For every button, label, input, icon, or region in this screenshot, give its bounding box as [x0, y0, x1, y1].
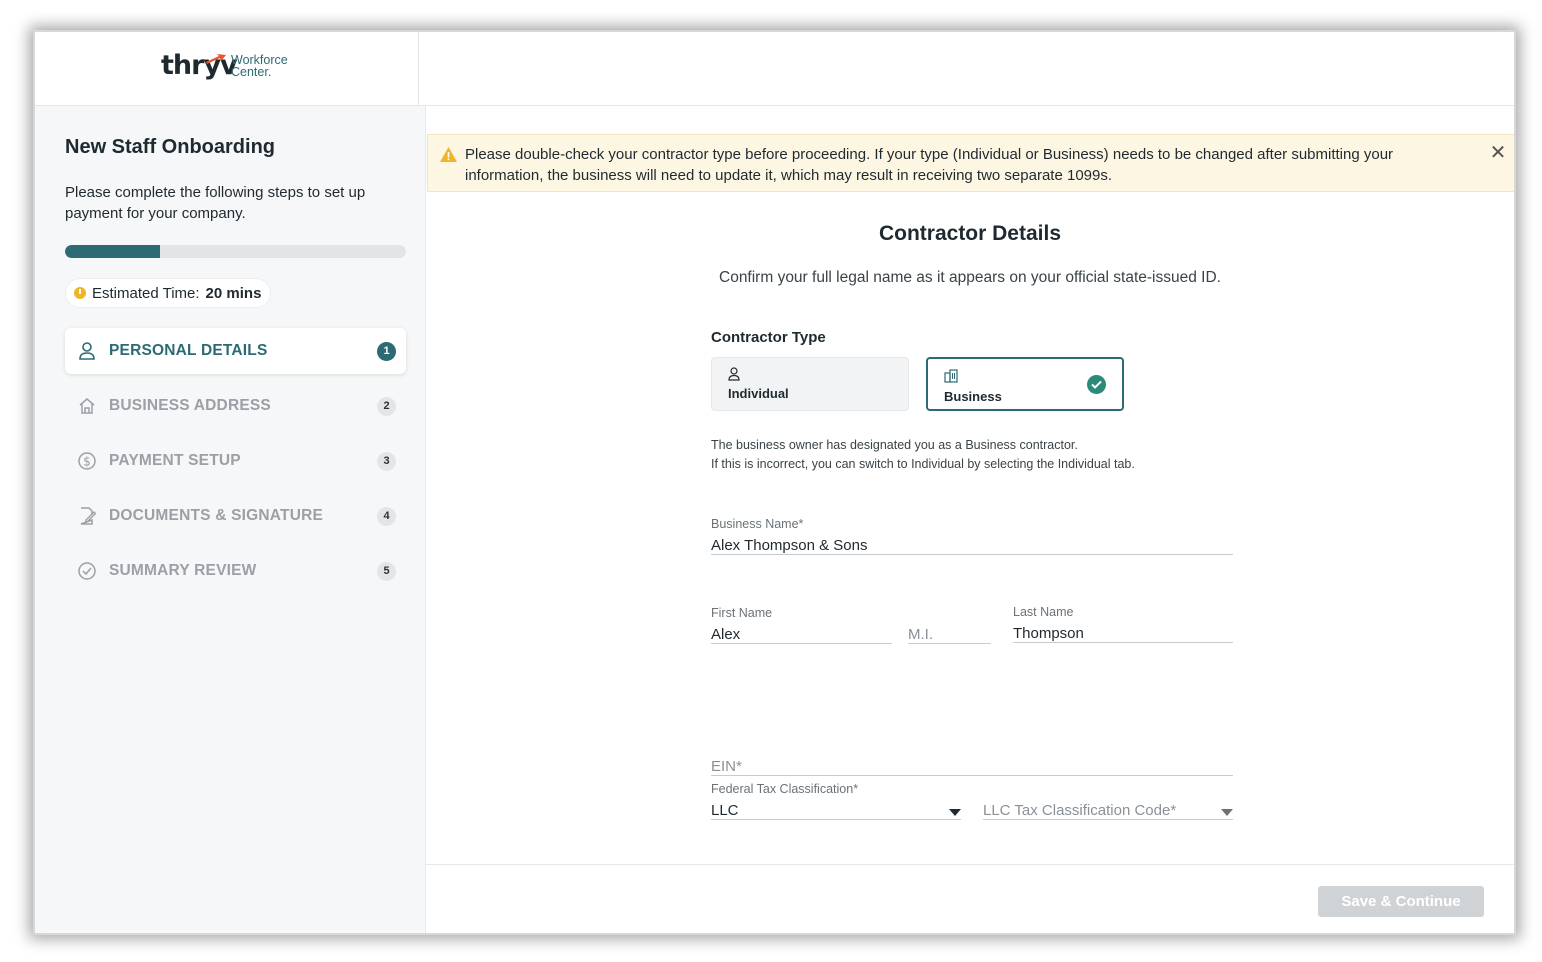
estimated-time-badge: Estimated Time: 20 mins: [65, 278, 272, 308]
llc-tax-classification-field[interactable]: LLC Tax Classification Code*: [983, 798, 1233, 820]
logo-subtitle-line2: Center.: [231, 65, 272, 79]
sidebar: New Staff Onboarding Please complete the…: [35, 106, 426, 933]
federal-tax-classification-select[interactable]: LLC: [711, 798, 961, 820]
sidebar-title: New Staff Onboarding: [65, 136, 275, 158]
progress-bar: [65, 245, 406, 258]
step-label: SUMMARY REVIEW: [109, 562, 257, 579]
ein-input[interactable]: EIN*: [711, 754, 1233, 776]
alert-message: Please double-check your contractor type…: [465, 146, 1394, 184]
step-label: PERSONAL DETAILS: [109, 342, 268, 359]
save-continue-button[interactable]: Save & Continue: [1318, 886, 1484, 917]
contractor-type-business-label: Business: [944, 389, 1002, 404]
chevron-down-icon: [1221, 809, 1233, 816]
person-icon: [728, 367, 740, 381]
sidebar-description: Please complete the following steps to s…: [65, 184, 366, 222]
federal-tax-classification-field[interactable]: Federal Tax Classification* LLC: [711, 782, 961, 820]
document-sign-icon: [80, 507, 97, 525]
first-name-input[interactable]: Alex: [711, 622, 892, 644]
logo-subtitle: Workforce Center.: [231, 54, 288, 79]
first-name-label: First Name: [711, 606, 773, 620]
chevron-down-icon: [949, 809, 961, 816]
federal-tax-classification-value: LLC: [711, 802, 739, 819]
warning-alert: Please double-check your contractor type…: [427, 134, 1514, 192]
business-name-label: Business Name*: [711, 517, 804, 531]
middle-initial-input[interactable]: M.I.: [908, 622, 991, 644]
person-icon: [79, 342, 95, 360]
step-label: PAYMENT SETUP: [109, 452, 241, 469]
contractor-type-individual-button[interactable]: Individual: [711, 357, 909, 411]
estimated-time-value: 20 mins: [205, 284, 262, 302]
estimated-time-label: Estimated Time:: [92, 284, 200, 302]
footer: Save & Continue: [426, 864, 1514, 933]
step-number-badge: 4: [377, 506, 396, 526]
step-label: DOCUMENTS & SIGNATURE: [109, 507, 324, 524]
step-number-badge: 2: [377, 396, 396, 416]
check-circle-icon: [78, 562, 96, 580]
step-personal-details[interactable]: PERSONAL DETAILS 1: [65, 328, 406, 374]
clock-icon: [74, 287, 86, 299]
business-name-field[interactable]: Business Name* Alex Thompson & Sons: [711, 517, 1233, 555]
svg-text:$: $: [83, 455, 91, 469]
main-content: Please double-check your contractor type…: [426, 106, 1514, 933]
llc-tax-classification-placeholder: LLC Tax Classification Code*: [983, 802, 1177, 819]
contractor-type-label: Contractor Type: [711, 329, 826, 346]
last-name-label: Last Name: [1013, 605, 1074, 619]
ein-field[interactable]: EIN*: [711, 754, 1233, 776]
step-number-badge: 5: [377, 561, 396, 581]
top-bar: thryv Workforce Center.: [35, 32, 1514, 106]
step-number-badge: 1: [377, 341, 396, 361]
step-documents-signature[interactable]: DOCUMENTS & SIGNATURE 4: [65, 493, 406, 539]
step-number-badge: 3: [377, 451, 396, 471]
middle-initial-field[interactable]: M.I.: [908, 606, 991, 644]
last-name-field[interactable]: Last Name Thompson: [1013, 605, 1233, 643]
last-name-input[interactable]: Thompson: [1013, 621, 1233, 643]
progress-bar-fill: [65, 245, 161, 258]
step-summary-review[interactable]: SUMMARY REVIEW 5: [65, 548, 406, 594]
warning-icon: [440, 147, 457, 162]
federal-tax-classification-label: Federal Tax Classification*: [711, 782, 859, 796]
logo[interactable]: thryv Workforce Center.: [35, 32, 419, 106]
selected-check-icon: [1087, 375, 1106, 394]
building-icon: [944, 369, 958, 383]
business-name-input[interactable]: Alex Thompson & Sons: [711, 533, 1233, 555]
step-business-address[interactable]: BUSINESS ADDRESS 2: [65, 383, 406, 429]
contractor-type-note: The business owner has designated you as…: [711, 436, 1135, 474]
step-payment-setup[interactable]: $ PAYMENT SETUP 3: [65, 438, 406, 484]
logo-arrow-icon: [206, 54, 226, 64]
home-icon: [79, 398, 95, 414]
contractor-type-individual-label: Individual: [728, 386, 789, 401]
steps-list: PERSONAL DETAILS 1 BUSINESS ADDRESS 2 $ …: [65, 328, 406, 603]
note-line-2: If this is incorrect, you can switch to …: [711, 457, 1135, 471]
form-subtitle: Confirm your full legal name as it appea…: [719, 269, 1221, 286]
step-label: BUSINESS ADDRESS: [109, 397, 271, 414]
llc-tax-classification-select[interactable]: LLC Tax Classification Code*: [983, 798, 1233, 820]
form-title: Contractor Details: [878, 222, 1062, 245]
note-line-1: The business owner has designated you as…: [711, 438, 1078, 452]
contractor-type-business-button[interactable]: Business: [926, 357, 1124, 411]
first-name-field[interactable]: First Name Alex: [711, 606, 892, 644]
close-icon[interactable]: ✕: [1489, 143, 1507, 163]
contractor-details-form: Contractor Details Confirm your full leg…: [426, 192, 1514, 864]
app-window: thryv Workforce Center. New Staff Onboar…: [35, 32, 1514, 933]
dollar-icon: $: [78, 452, 96, 470]
